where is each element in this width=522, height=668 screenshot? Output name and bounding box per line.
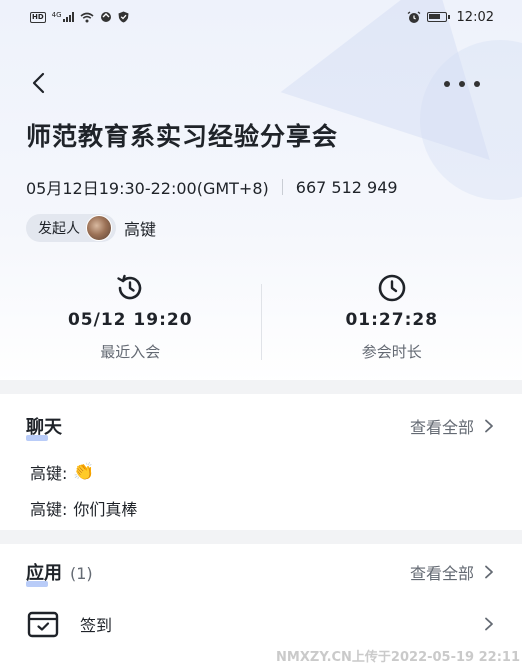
host-info: 发起人 高键 xyxy=(26,214,156,242)
hd-icon: HD xyxy=(30,11,46,23)
meeting-stats: 05/12 19:20 最近入会 01:27:28 参会时长 xyxy=(0,268,522,378)
meta-divider xyxy=(281,179,283,195)
clapping-hands-emoji: 👏 xyxy=(73,462,95,482)
history-clock-icon xyxy=(117,274,142,300)
stat-label: 参会时长 xyxy=(361,343,422,361)
chevron-right-icon xyxy=(485,565,493,579)
stat-label: 最近入会 xyxy=(100,343,161,361)
chat-text: 你们真棒 xyxy=(73,500,138,519)
stat-value: 05/12 19:20 xyxy=(67,310,193,330)
section-divider xyxy=(0,380,522,394)
view-all-label: 查看全部 xyxy=(409,418,474,437)
stat-value: 01:27:28 xyxy=(345,310,439,330)
status-bar: HD 4G 12:02 xyxy=(0,0,522,34)
view-all-label: 查看全部 xyxy=(409,564,474,583)
apps-count: (1) xyxy=(70,564,93,583)
chat-sender: 高键: xyxy=(30,500,68,519)
status-time: 12:02 xyxy=(456,9,494,25)
watermark: NMXZY.CN上传于2022-05-19 22:11 xyxy=(276,650,520,665)
chat-view-all-button[interactable]: 查看全部 xyxy=(410,414,494,438)
host-name: 高键 xyxy=(124,220,157,239)
clock-icon xyxy=(378,274,406,302)
apps-view-all-button[interactable]: 查看全部 xyxy=(410,560,494,584)
chevron-right-icon xyxy=(485,617,493,631)
wifi-icon xyxy=(80,12,94,22)
chat-section-header: 聊天 查看全部 xyxy=(0,406,522,446)
signal-icon: 4G xyxy=(52,12,74,22)
stat-last-joined: 05/12 19:20 最近入会 xyxy=(0,268,261,378)
app-item-content: 签到 xyxy=(26,608,112,640)
stat-duration: 01:27:28 参会时长 xyxy=(262,268,522,378)
avatar xyxy=(86,215,112,241)
more-options-icon[interactable] xyxy=(444,72,480,96)
chat-sender: 高键: xyxy=(30,464,68,483)
apps-section-header: 应用 (1) 查看全部 xyxy=(0,552,522,592)
back-icon[interactable] xyxy=(26,70,52,96)
calendar-check-icon xyxy=(27,611,59,638)
shield-icon xyxy=(118,11,129,23)
meeting-id: 667 512 949 xyxy=(295,177,398,197)
network-type-label: 4G xyxy=(51,11,62,19)
battery-icon xyxy=(426,12,450,22)
alarm-icon xyxy=(407,10,420,23)
host-label: 发起人 xyxy=(38,221,80,237)
apps-section-title: 应用 (1) xyxy=(26,559,93,587)
chat-section-title: 聊天 xyxy=(26,413,62,441)
meeting-schedule: 05月12日19:30-22:00(GMT+8) xyxy=(26,179,269,198)
app-label: 签到 xyxy=(80,616,113,635)
app-item-check-in[interactable]: 签到 xyxy=(0,602,522,646)
data-saver-icon xyxy=(100,12,111,22)
chevron-right-icon xyxy=(485,419,493,433)
status-bar-left: HD 4G xyxy=(30,11,129,23)
status-bar-right: 12:02 xyxy=(407,10,494,25)
meeting-meta: 05月12日19:30-22:00(GMT+8) 667 512 949 xyxy=(26,175,398,199)
chat-message: 高键: 你们真棒 xyxy=(30,496,137,520)
meeting-title: 师范教育系实习经验分享会 xyxy=(26,122,339,151)
chat-message: 高键: 👏 xyxy=(30,460,95,484)
host-pill: 发起人 xyxy=(26,214,116,242)
section-divider xyxy=(0,530,522,544)
